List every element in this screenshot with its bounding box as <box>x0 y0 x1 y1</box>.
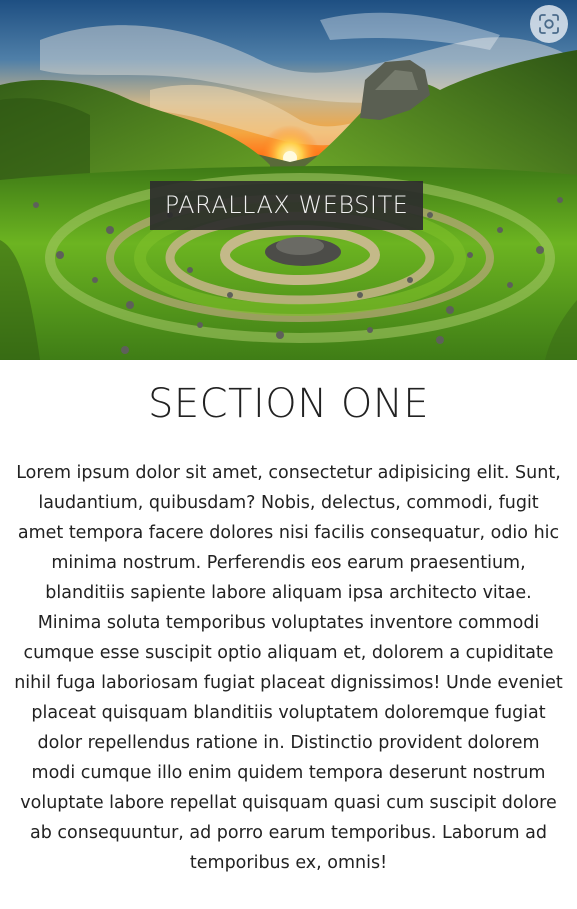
hero-title: PARALLAX WEBSITE <box>150 181 423 230</box>
screenshot-lens-icon <box>539 14 559 34</box>
page: PARALLAX WEBSITE SECTION ONE Lorem ipsum… <box>0 0 577 909</box>
section-title: SECTION ONE <box>147 381 430 427</box>
hero-banner: PARALLAX WEBSITE <box>0 0 577 360</box>
screenshot-lens-button[interactable] <box>530 5 568 43</box>
section-one: SECTION ONE Lorem ipsum dolor sit amet, … <box>0 376 577 878</box>
hero-background-image <box>0 0 577 360</box>
section-body-text: Lorem ipsum dolor sit amet, consectetur … <box>14 463 563 873</box>
